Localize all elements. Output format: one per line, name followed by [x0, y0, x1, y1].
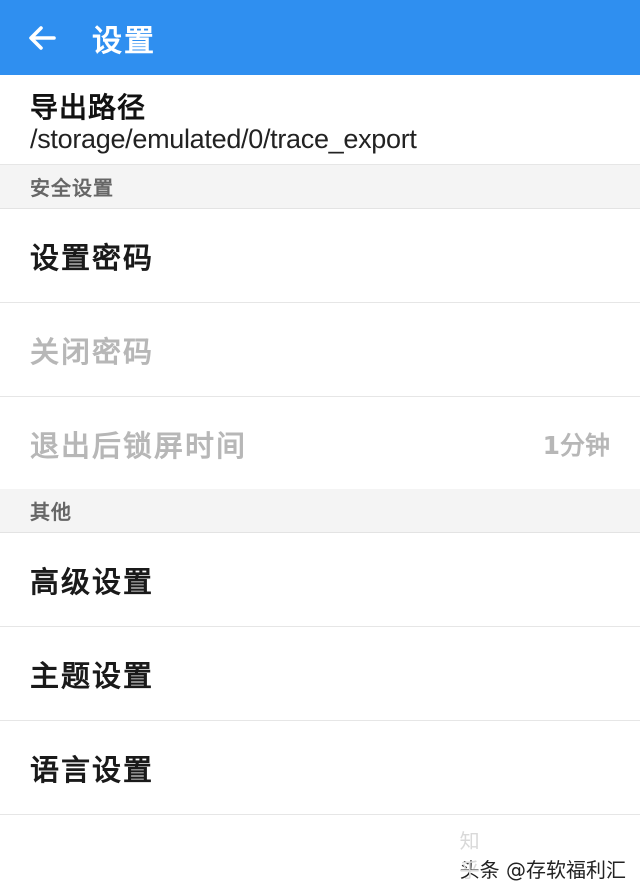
- export-path-item[interactable]: 导出路径 /storage/emulated/0/trace_export: [0, 75, 640, 165]
- section-title-security: 安全设置: [30, 176, 114, 200]
- close-password-label: 关闭密码: [30, 334, 155, 369]
- theme-settings-item[interactable]: 主题设置: [0, 627, 640, 721]
- app-bar: 设置: [0, 0, 640, 75]
- export-path-label: 导出路径: [30, 91, 147, 124]
- section-header-security: 安全设置: [0, 165, 640, 209]
- advanced-settings-item[interactable]: 高级设置: [0, 533, 640, 627]
- section-header-other: 其他: [0, 489, 640, 533]
- close-password-item[interactable]: 关闭密码: [0, 303, 640, 397]
- theme-settings-label: 主题设置: [30, 658, 155, 693]
- advanced-settings-label: 高级设置: [30, 564, 155, 599]
- watermark-ghost-text: 知乎: [459, 829, 480, 882]
- lock-after-exit-value: 1分钟: [542, 430, 610, 460]
- back-button[interactable]: [22, 18, 62, 58]
- lock-after-exit-label: 退出后锁屏时间: [30, 428, 248, 463]
- set-password-item[interactable]: 设置密码: [0, 209, 640, 303]
- section-title-other: 其他: [30, 500, 72, 524]
- export-path-value: /storage/emulated/0/trace_export: [30, 124, 417, 154]
- page-title: 设置: [92, 23, 156, 59]
- set-password-label: 设置密码: [30, 240, 155, 275]
- language-settings-label: 语言设置: [30, 752, 155, 787]
- language-settings-item[interactable]: 语言设置: [0, 721, 640, 815]
- lock-after-exit-item[interactable]: 退出后锁屏时间 1分钟: [0, 397, 640, 491]
- arrow-left-icon: [29, 25, 56, 50]
- watermark: 知乎 头条 @存软福利汇: [460, 829, 626, 883]
